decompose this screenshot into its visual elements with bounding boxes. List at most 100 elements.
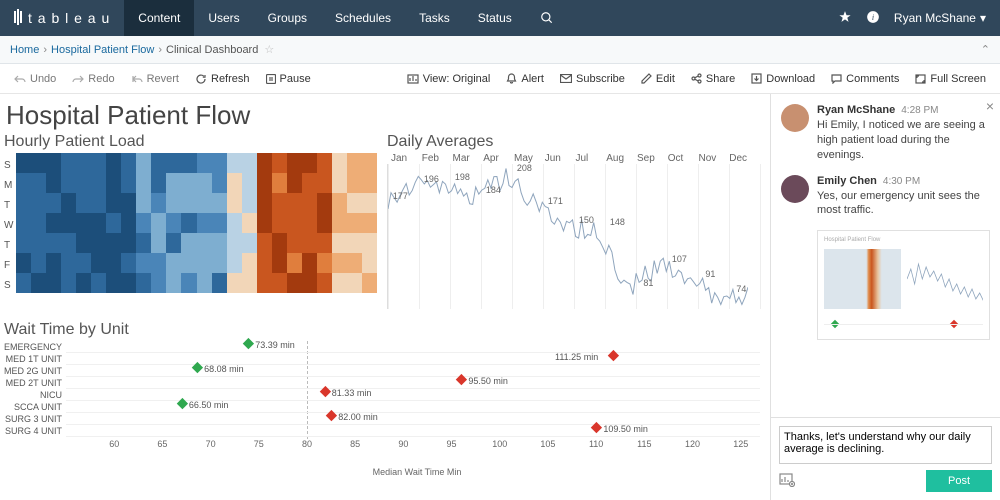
heatmap-cell[interactable] <box>272 273 287 293</box>
heatmap-cell[interactable] <box>332 253 347 273</box>
heatmap-cell[interactable] <box>227 253 242 273</box>
heatmap-cell[interactable] <box>106 153 121 173</box>
heatmap-cell[interactable] <box>347 213 362 233</box>
heatmap-cell[interactable] <box>317 153 332 173</box>
heatmap-cell[interactable] <box>136 253 151 273</box>
heatmap-cell[interactable] <box>287 193 302 213</box>
heatmap-cell[interactable] <box>317 193 332 213</box>
heatmap-cell[interactable] <box>302 233 317 253</box>
heatmap-cell[interactable] <box>151 193 166 213</box>
heatmap-cell[interactable] <box>46 213 61 233</box>
heatmap-cell[interactable] <box>166 193 181 213</box>
heatmap-cell[interactable] <box>287 173 302 193</box>
heatmap-cell[interactable] <box>197 273 212 293</box>
heatmap-cell[interactable] <box>46 173 61 193</box>
heatmap-cell[interactable] <box>227 233 242 253</box>
heatmap-cell[interactable] <box>76 253 91 273</box>
heatmap-cell[interactable] <box>257 213 272 233</box>
heatmap-cell[interactable] <box>61 273 76 293</box>
heatmap-cell[interactable] <box>257 193 272 213</box>
heatmap-cell[interactable] <box>76 213 91 233</box>
heatmap-cell[interactable] <box>347 193 362 213</box>
comment-input[interactable] <box>779 426 992 464</box>
heatmap-cell[interactable] <box>287 253 302 273</box>
heatmap-cell[interactable] <box>212 253 227 273</box>
heatmap-cell[interactable] <box>121 153 136 173</box>
heatmap-cell[interactable] <box>242 193 257 213</box>
heatmap-cell[interactable] <box>181 213 196 233</box>
heatmap-cell[interactable] <box>166 173 181 193</box>
revert-button[interactable]: Revert <box>125 73 185 85</box>
heatmap-cell[interactable] <box>46 233 61 253</box>
heatmap-cell[interactable] <box>151 233 166 253</box>
heatmap-cell[interactable] <box>181 273 196 293</box>
heatmap-cell[interactable] <box>46 193 61 213</box>
fullscreen-button[interactable]: Full Screen <box>909 73 992 85</box>
heatmap-cell[interactable] <box>317 173 332 193</box>
heatmap-cell[interactable] <box>121 213 136 233</box>
heatmap-cell[interactable] <box>332 173 347 193</box>
heatmap-cell[interactable] <box>317 273 332 293</box>
heatmap-cell[interactable] <box>197 233 212 253</box>
edit-button[interactable]: Edit <box>635 73 681 85</box>
heatmap-cell[interactable] <box>61 213 76 233</box>
post-button[interactable]: Post <box>926 470 992 492</box>
pause-button[interactable]: Pause <box>260 73 317 85</box>
subscribe-button[interactable]: Subscribe <box>554 73 631 85</box>
redo-button[interactable]: Redo <box>66 73 120 85</box>
heatmap-cell[interactable] <box>181 193 196 213</box>
heatmap-cell[interactable] <box>106 253 121 273</box>
close-icon[interactable]: × <box>986 98 994 114</box>
heatmap-cell[interactable] <box>121 193 136 213</box>
heatmap-cell[interactable] <box>257 233 272 253</box>
heatmap-cell[interactable] <box>272 213 287 233</box>
download-button[interactable]: Download <box>745 73 821 85</box>
heatmap-cell[interactable] <box>91 273 106 293</box>
heatmap-cell[interactable] <box>197 213 212 233</box>
heatmap-cell[interactable] <box>287 273 302 293</box>
heatmap-cell[interactable] <box>362 253 377 273</box>
heatmap-cell[interactable] <box>91 213 106 233</box>
comments-button[interactable]: Comments <box>825 73 905 85</box>
nav-users[interactable]: Users <box>194 0 253 36</box>
heatmap-cell[interactable] <box>362 273 377 293</box>
breadcrumb-l1[interactable]: Hospital Patient Flow <box>51 44 154 56</box>
heatmap-cell[interactable] <box>362 153 377 173</box>
heatmap-cell[interactable] <box>242 173 257 193</box>
user-menu[interactable]: Ryan McShane ▾ <box>894 11 986 25</box>
heatmap-cell[interactable] <box>31 193 46 213</box>
wait-chart[interactable]: EMERGENCYMED 1T UNITMED 2G UNITMED 2T UN… <box>4 341 760 453</box>
heatmap-cell[interactable] <box>121 253 136 273</box>
heatmap-cell[interactable] <box>257 173 272 193</box>
snapshot-icon[interactable] <box>779 473 795 490</box>
heatmap-cell[interactable] <box>16 173 31 193</box>
share-button[interactable]: Share <box>685 73 741 85</box>
nav-groups[interactable]: Groups <box>254 0 321 36</box>
heatmap-cell[interactable] <box>76 273 91 293</box>
heatmap-cell[interactable] <box>242 253 257 273</box>
heatmap-cell[interactable] <box>287 153 302 173</box>
heatmap-cell[interactable] <box>302 273 317 293</box>
heatmap-chart[interactable]: SMTWTFS <box>4 153 377 295</box>
heatmap-cell[interactable] <box>166 233 181 253</box>
favorite-icon[interactable]: ☆ <box>264 43 274 56</box>
heatmap-cell[interactable] <box>242 213 257 233</box>
nav-tasks[interactable]: Tasks <box>405 0 464 36</box>
heatmap-cell[interactable] <box>332 233 347 253</box>
heatmap-cell[interactable] <box>347 173 362 193</box>
heatmap-cell[interactable] <box>16 253 31 273</box>
nav-status[interactable]: Status <box>464 0 526 36</box>
heatmap-cell[interactable] <box>272 233 287 253</box>
heatmap-cell[interactable] <box>257 273 272 293</box>
undo-button[interactable]: Undo <box>8 73 62 85</box>
heatmap-cell[interactable] <box>16 153 31 173</box>
heatmap-cell[interactable] <box>197 193 212 213</box>
heatmap-cell[interactable] <box>91 193 106 213</box>
heatmap-cell[interactable] <box>317 253 332 273</box>
heatmap-cell[interactable] <box>347 153 362 173</box>
heatmap-cell[interactable] <box>242 273 257 293</box>
heatmap-cell[interactable] <box>91 233 106 253</box>
heatmap-cell[interactable] <box>332 193 347 213</box>
heatmap-cell[interactable] <box>121 273 136 293</box>
heatmap-cell[interactable] <box>106 173 121 193</box>
